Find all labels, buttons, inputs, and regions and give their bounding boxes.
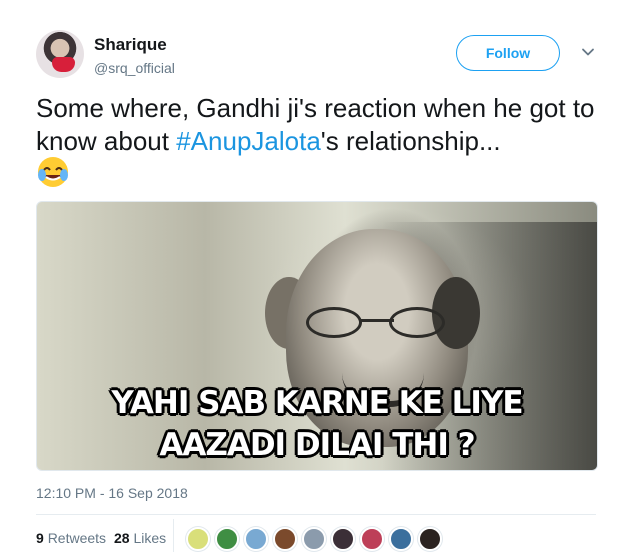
liker-avatar-4[interactable]: [273, 527, 297, 551]
retweets-stat[interactable]: 9 Retweets: [36, 530, 106, 546]
liker-avatar-8[interactable]: [389, 527, 413, 551]
liker-avatar-1[interactable]: [186, 527, 210, 551]
right-glasses-lens: [389, 307, 445, 338]
left-glasses-lens: [306, 307, 362, 338]
liker-avatar-6[interactable]: [331, 527, 355, 551]
liker-avatar-3[interactable]: [244, 527, 268, 551]
tweet-text-after-hashtag: 's relationship...: [320, 126, 501, 156]
meme-caption-line-1: YAHI SAB KARNE KE LIYE: [111, 385, 523, 421]
author-name[interactable]: Sharique: [94, 35, 167, 55]
stats-vertical-divider: [173, 519, 174, 552]
liker-avatar-2[interactable]: [215, 527, 239, 551]
liker-avatar-5[interactable]: [302, 527, 326, 551]
meme-caption-line-2: AAZADI DILAI THI ?: [159, 427, 475, 463]
meme-image[interactable]: YAHI SAB KARNE KE LIYE AAZADI DILAI THI …: [36, 201, 598, 471]
chevron-down-icon[interactable]: [580, 44, 596, 60]
liker-avatar-7[interactable]: [360, 527, 384, 551]
laughing-face-emoji-icon: [36, 155, 70, 189]
tweet-header: Sharique @srq_official Follow: [36, 30, 606, 86]
likes-stat[interactable]: 28 Likes: [114, 530, 166, 546]
retweets-label: Retweets: [47, 530, 107, 546]
likes-count: 28: [114, 530, 130, 546]
author-avatar[interactable]: [36, 30, 84, 78]
hashtag-link[interactable]: #AnupJalota: [176, 126, 321, 156]
stats-divider-line: [36, 514, 596, 515]
liker-avatar-9[interactable]: [418, 527, 442, 551]
liker-avatars: [186, 527, 450, 551]
tweet-timestamp[interactable]: 12:10 PM - 16 Sep 2018: [36, 485, 188, 501]
tweet-text: Some where, Gandhi ji's reaction when he…: [36, 92, 606, 158]
retweets-count: 9: [36, 530, 44, 546]
author-handle[interactable]: @srq_official: [94, 60, 175, 76]
follow-button[interactable]: Follow: [456, 35, 560, 71]
likes-label: Likes: [133, 530, 167, 546]
